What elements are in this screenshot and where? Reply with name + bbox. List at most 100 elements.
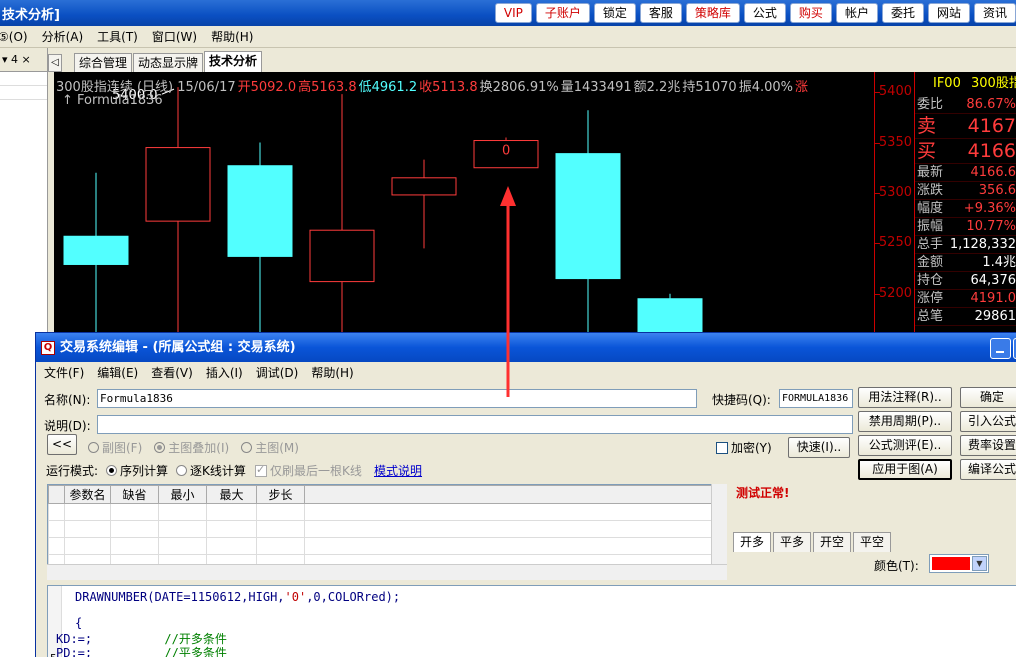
menu-item-0[interactable]: ⑤(O) xyxy=(0,30,28,44)
tab-0[interactable]: 综合管理 xyxy=(74,53,133,72)
menu-item-1[interactable]: 分析(A) xyxy=(42,28,84,45)
tab-scroll-left-icon[interactable]: ◁ xyxy=(48,54,62,72)
table-row[interactable] xyxy=(48,503,725,521)
run-mode-radio[interactable]: 逐K线计算 xyxy=(176,464,246,478)
quote-row: 总笔 29861 xyxy=(915,308,1016,326)
param-table-hscroll[interactable] xyxy=(47,564,727,580)
quote-value: 1,128,332 xyxy=(949,237,1016,252)
table-cell[interactable] xyxy=(64,503,111,521)
table-cell[interactable] xyxy=(256,537,305,555)
menu-item-4[interactable]: 帮助(H) xyxy=(211,28,253,45)
signal-tab-2[interactable]: 开空 xyxy=(813,532,852,552)
menu-item-2[interactable]: 工具(T) xyxy=(97,28,138,45)
display-mode-radio[interactable]: 主图(M) xyxy=(241,441,299,455)
signal-tab-1[interactable]: 平多 xyxy=(773,532,812,552)
table-cell[interactable] xyxy=(48,537,65,555)
button-col2-2[interactable]: 费率设置 xyxy=(960,435,1016,456)
top-button-9[interactable]: 网站 xyxy=(927,3,970,23)
last-kline-checkbox[interactable]: 仅刷最后一根K线 xyxy=(255,462,362,479)
table-cell[interactable] xyxy=(256,520,305,538)
dialog-menu-item-3[interactable]: 插入(I) xyxy=(206,364,243,381)
dialog-menu-item-1[interactable]: 编辑(E) xyxy=(97,364,138,381)
table-cell[interactable] xyxy=(110,537,159,555)
menu-item-3[interactable]: 窗口(W) xyxy=(152,28,197,45)
description-input[interactable] xyxy=(97,415,853,434)
price-chart[interactable]: 5400.0 0 300股指连续 (日线) 15/06/17 开5092.0 高516… xyxy=(54,72,874,334)
table-cell[interactable] xyxy=(158,520,207,538)
dialog-menu-item-5[interactable]: 帮助(H) xyxy=(311,364,353,381)
top-button-4[interactable]: 策略库 xyxy=(685,3,740,23)
table-cell[interactable] xyxy=(64,520,111,538)
button-1[interactable]: 禁用周期(P).. xyxy=(858,411,952,432)
table-cell[interactable] xyxy=(304,520,725,538)
formula-code-editor[interactable]: 5 DRAWNUMBER(DATE=1150612,HIGH,'0',0,COL… xyxy=(47,585,1016,657)
signal-tab-0[interactable]: 开多 xyxy=(733,532,772,552)
dialog-menu-item-4[interactable]: 调试(D) xyxy=(256,364,299,381)
signal-tab-3[interactable]: 平空 xyxy=(853,532,892,552)
table-cell[interactable] xyxy=(158,537,207,555)
encrypt-check-icon[interactable] xyxy=(716,442,728,454)
dialog-menu-item-0[interactable]: 文件(F) xyxy=(44,364,84,381)
color-select[interactable]: ▼ xyxy=(929,554,989,573)
display-mode-label: 副图(F) xyxy=(102,441,143,455)
table-cell[interactable] xyxy=(48,503,65,521)
tabs-row: ◁ 综合管理 动态显示牌 技术分析 xyxy=(48,51,1016,72)
table-cell[interactable] xyxy=(304,537,725,555)
param-table-vscroll[interactable] xyxy=(711,484,727,564)
table-cell[interactable] xyxy=(48,520,65,538)
chart-info-line: 300股指连续 (日线) 15/06/17 开5092.0 高5163.8 低4961… xyxy=(56,76,810,95)
left-panel-header[interactable]: ▾ 4 × xyxy=(0,48,47,72)
button-0[interactable]: 用法注释(R).. xyxy=(858,387,952,408)
radio-icon[interactable] xyxy=(154,442,166,453)
chevron-down-icon[interactable]: ▼ xyxy=(972,556,987,571)
button-3[interactable]: 应用于图(A) xyxy=(858,459,952,480)
quote-header: IF00 300股指 xyxy=(915,72,1016,96)
radio-icon[interactable] xyxy=(241,442,253,453)
top-button-6[interactable]: 购买 xyxy=(789,3,832,23)
table-cell[interactable] xyxy=(206,520,257,538)
top-button-1[interactable]: 子账户 xyxy=(535,3,590,23)
radio-icon[interactable] xyxy=(106,465,117,476)
code-line: { xyxy=(75,616,82,630)
button-col2-0[interactable]: 确定 xyxy=(960,387,1016,408)
collapse-button[interactable]: << xyxy=(47,434,77,455)
top-button-3[interactable]: 客服 xyxy=(639,3,682,23)
table-row[interactable] xyxy=(48,520,725,538)
tab-1[interactable]: 动态显示牌 xyxy=(133,53,204,72)
minimize-icon[interactable] xyxy=(990,338,1011,359)
fast-button[interactable]: 快速(I).. xyxy=(788,437,850,458)
dialog-menu-bar: 文件(F) 编辑(E) 查看(V) 插入(I) 调试(D) 帮助(H) xyxy=(36,362,1016,383)
top-button-7[interactable]: 帐户 xyxy=(835,3,878,23)
top-button-2[interactable]: 锁定 xyxy=(593,3,636,23)
button-col2-3[interactable]: 编译公式 xyxy=(960,459,1016,480)
shortcut-input[interactable]: FORMULA1836 xyxy=(779,389,853,408)
last-kline-check-icon[interactable] xyxy=(255,463,267,477)
top-button-0[interactable]: VIP xyxy=(494,3,532,23)
top-button-10[interactable]: 资讯 xyxy=(973,3,1016,23)
table-cell[interactable] xyxy=(158,503,207,521)
table-row[interactable] xyxy=(48,537,725,555)
tab-2[interactable]: 技术分析 xyxy=(204,51,263,72)
table-cell[interactable] xyxy=(64,537,111,555)
encrypt-checkbox[interactable]: 加密(Y) xyxy=(716,439,772,456)
top-button-5[interactable]: 公式 xyxy=(743,3,786,23)
radio-icon[interactable] xyxy=(176,465,188,476)
name-input[interactable]: Formula1836 xyxy=(97,389,697,408)
mode-help-link[interactable]: 模式说明 xyxy=(374,462,422,479)
quote-panel: IF00 300股指 委比 86.67% 卖 4167 买 4166 最新 4166.6 涨跌 3… xyxy=(914,72,1016,334)
table-cell[interactable] xyxy=(304,503,725,521)
run-mode-radio[interactable]: 序列计算 xyxy=(106,464,168,478)
y-tick-mark xyxy=(875,243,880,245)
button-2[interactable]: 公式测评(E).. xyxy=(858,435,952,456)
table-cell[interactable] xyxy=(110,520,159,538)
button-col2-1[interactable]: 引入公式 xyxy=(960,411,1016,432)
table-cell[interactable] xyxy=(110,503,159,521)
radio-icon[interactable] xyxy=(88,442,99,453)
dialog-menu-item-2[interactable]: 查看(V) xyxy=(151,364,193,381)
display-mode-radio[interactable]: 副图(F) xyxy=(88,441,142,455)
top-button-8[interactable]: 委托 xyxy=(881,3,924,23)
table-cell[interactable] xyxy=(206,537,257,555)
table-cell[interactable] xyxy=(256,503,305,521)
display-mode-radio[interactable]: 主图叠加(I) xyxy=(154,441,229,455)
table-cell[interactable] xyxy=(206,503,257,521)
